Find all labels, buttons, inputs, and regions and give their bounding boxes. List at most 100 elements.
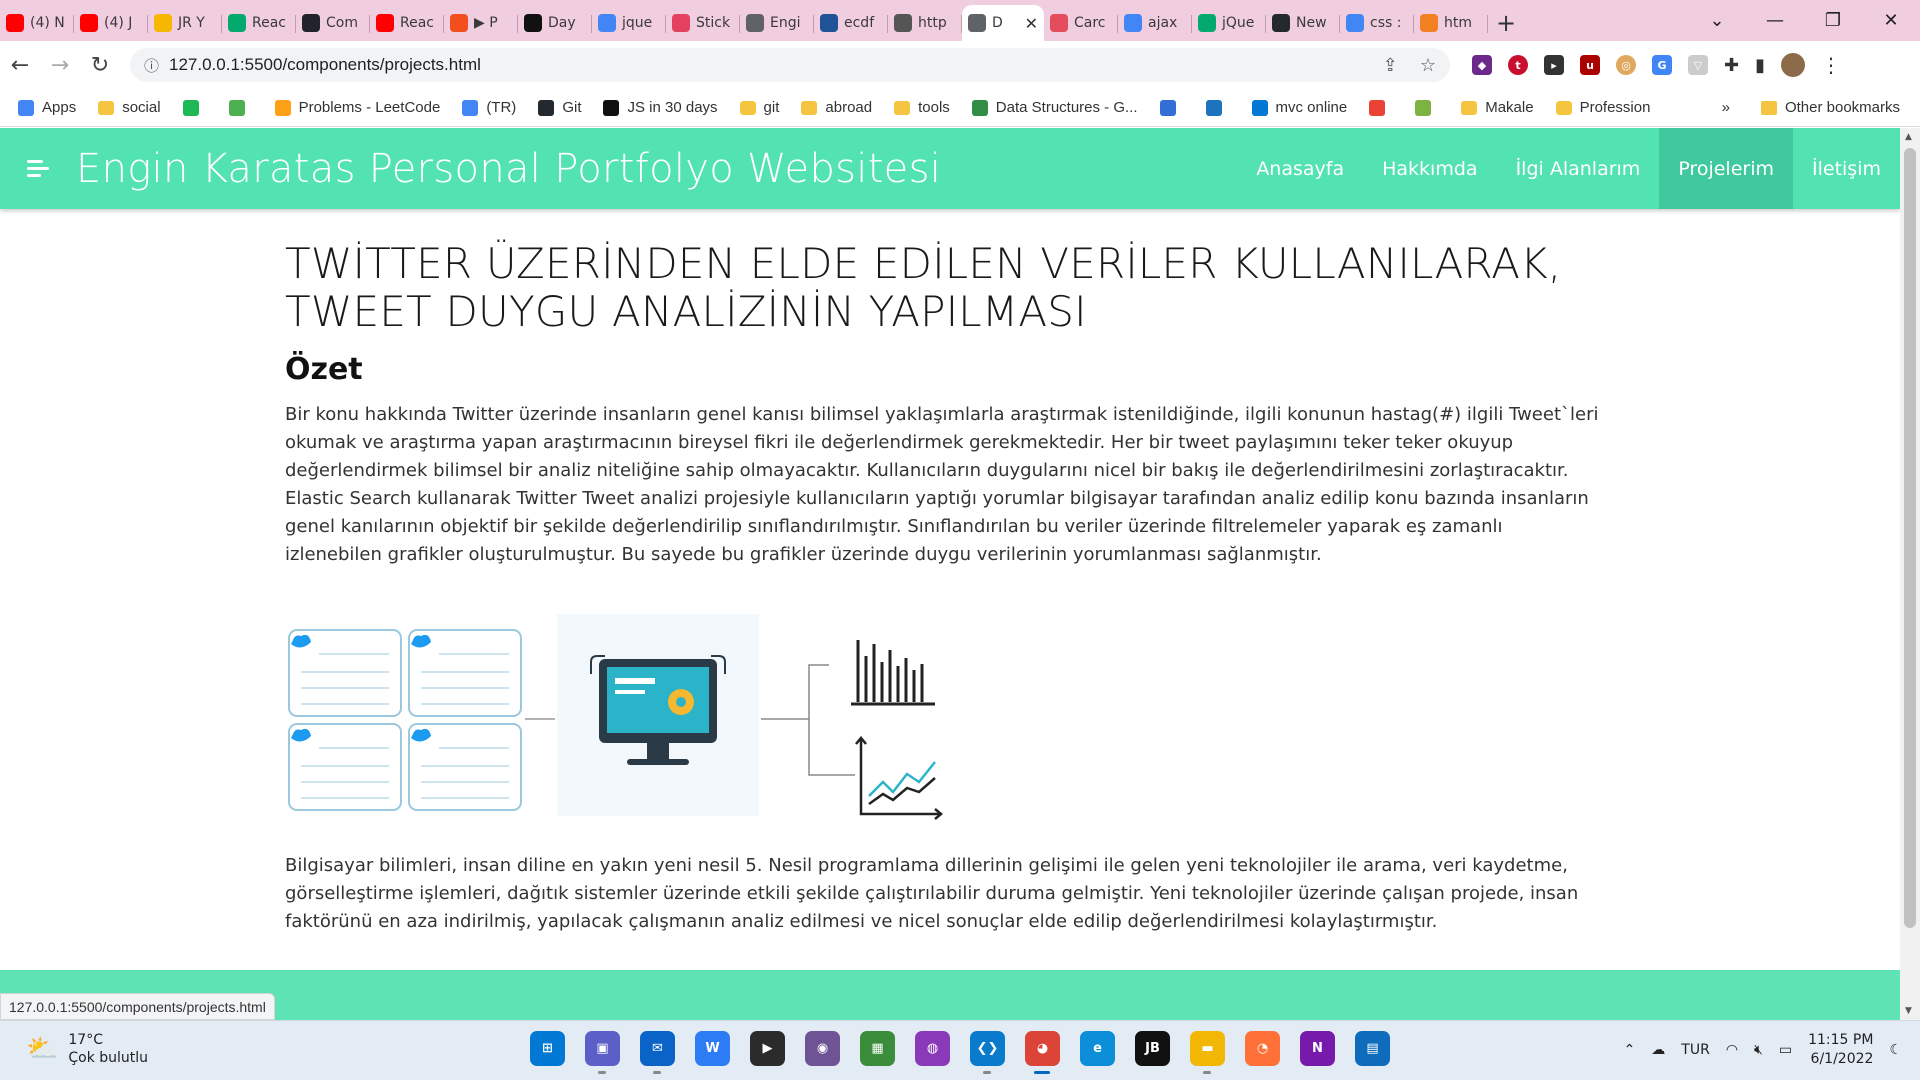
bookmark-item[interactable]: social [98,99,161,116]
browser-tab[interactable]: Stick [666,5,740,41]
scroll-up-icon[interactable]: ▲ [1905,132,1912,142]
site-nav-link[interactable]: Projelerim [1659,128,1793,209]
translate-extension-icon[interactable]: G [1652,55,1672,75]
site-nav-link[interactable]: Hakkımda [1363,128,1496,209]
forward-icon[interactable]: → [40,53,80,78]
bookmark-item[interactable]: JS in 30 days [603,99,718,116]
browser-tab[interactable]: Reac [222,5,296,41]
site-info-icon[interactable]: ⓘ [144,55,159,76]
bookmark-item[interactable] [228,99,253,116]
menu-icon[interactable] [27,160,51,177]
browser-tab[interactable]: css : [1340,5,1414,41]
ublock-icon[interactable]: u [1580,55,1600,75]
extension-icon[interactable]: ◎ [1616,55,1636,75]
bookmark-item[interactable]: Problems - LeetCode [274,99,440,116]
browser-tab[interactable]: htm [1414,5,1488,41]
bookmark-item[interactable] [1159,99,1184,116]
profile-avatar[interactable] [1781,53,1805,77]
address-bar[interactable]: ⓘ 127.0.0.1:5500/components/projects.htm… [130,48,1450,82]
bookmark-item[interactable] [1415,99,1439,116]
new-tab-button[interactable]: + [1488,5,1524,41]
site-nav-link[interactable]: İlgi Alanlarım [1497,128,1660,209]
share-icon[interactable]: ⇪ [1383,55,1398,76]
bookmark-item[interactable]: tools [894,99,950,116]
extension-icon[interactable]: ◆ [1472,55,1492,75]
teams-chat-icon[interactable]: ▣ [585,1031,620,1074]
browser-tab[interactable]: JR Y [148,5,222,41]
bookmark-item[interactable]: mvc online [1251,99,1347,116]
mail-icon[interactable]: ✉ [640,1031,675,1074]
bookmark-item[interactable]: Apps [18,99,76,116]
bookmark-item[interactable] [182,99,207,116]
chrome-menu-icon[interactable]: ⋮ [1821,53,1841,77]
back-icon[interactable]: ← [0,53,40,78]
wifi-icon[interactable]: ◠ [1726,1042,1738,1058]
windows-start-icon[interactable]: ⊞ [530,1031,565,1066]
bookmark-item[interactable]: git [739,99,779,116]
page-scrollbar[interactable]: ▲ ▼ [1900,128,1920,1020]
clock[interactable]: 11:15 PM 6/1/2022 [1808,1031,1873,1069]
site-nav-link[interactable]: İletişim [1793,128,1900,209]
bookmark-item[interactable]: Data Structures - G... [971,99,1138,116]
chevron-up-icon[interactable]: ⌃ [1624,1042,1636,1058]
browser-tab[interactable]: Carc [1044,5,1118,41]
browser-tab[interactable]: jQue [1192,5,1266,41]
browser-tab[interactable]: New [1266,5,1340,41]
bookmark-star-icon[interactable]: ☆ [1420,55,1436,76]
browser-tab[interactable]: Engi [740,5,814,41]
extension-icon[interactable]: ▸ [1544,55,1564,75]
calendar-icon[interactable]: ▤ [1355,1031,1390,1066]
bookmark-item[interactable]: Profession [1555,99,1650,116]
jetbrains-icon[interactable]: JB [1135,1031,1170,1066]
close-window-icon[interactable]: ✕ [1862,10,1920,31]
close-tab-icon[interactable]: ✕ [1025,14,1038,33]
browser-tab[interactable]: http [888,5,962,41]
minimize-icon[interactable]: — [1746,10,1804,31]
weather-widget[interactable]: ⛅ 17°C Çok bulutlu [26,1031,148,1067]
onenote-icon[interactable]: N [1300,1031,1335,1066]
scrollbar-thumb[interactable] [1904,148,1916,928]
file-explorer-icon[interactable]: ▬ [1190,1031,1225,1074]
site-nav-link[interactable]: Anasayfa [1237,128,1363,209]
bookmark-item[interactable] [1369,99,1393,116]
onedrive-cloud-icon[interactable]: ☁ [1651,1042,1665,1058]
vscode-icon[interactable]: ❮❯ [970,1031,1005,1074]
bookmark-item[interactable]: Makale [1461,99,1534,116]
extensions-puzzle-icon[interactable]: ✚ [1724,55,1739,76]
bookmarks-more-icon[interactable]: » [1722,99,1730,116]
side-panel-icon[interactable]: ▮ [1755,55,1765,76]
bookmark-item[interactable]: (TR) [462,99,516,116]
chrome-icon[interactable]: ◕ [1025,1031,1060,1074]
wps-icon[interactable]: W [695,1031,730,1066]
browser-tab[interactable]: (4) N [0,5,74,41]
speaker-muted-icon[interactable]: 🔇︎ [1754,1042,1763,1058]
restore-icon[interactable]: ❐ [1804,10,1862,31]
edge-icon[interactable]: e [1080,1031,1115,1066]
reload-icon[interactable]: ↻ [80,53,120,78]
firefox-icon[interactable]: ◔ [1245,1031,1280,1066]
browser-tab[interactable]: Com [296,5,370,41]
tab-search-icon[interactable]: ⌄ [1688,10,1746,31]
browser-tab[interactable]: Day [518,5,592,41]
language-indicator[interactable]: TUR [1681,1042,1710,1058]
bookmark-item[interactable] [1205,99,1230,116]
browser-tab[interactable]: (4) J [74,5,148,41]
browser-tab[interactable]: ajax [1118,5,1192,41]
other-bookmarks[interactable]: Other bookmarks [1760,99,1900,116]
bookmark-item[interactable]: Git [538,99,581,116]
github-icon[interactable]: ◍ [915,1031,950,1066]
shield-icon[interactable]: ▽ [1688,55,1708,75]
browser-tab-active[interactable]: D ✕ [962,5,1044,41]
address-url[interactable]: 127.0.0.1:5500/components/projects.html [169,55,481,75]
spreadsheet-icon[interactable]: ▦ [860,1031,895,1066]
extension-icon[interactable]: t [1508,55,1528,75]
battery-icon[interactable]: ▭ [1779,1042,1792,1058]
github-desktop-icon[interactable]: ◉ [805,1031,840,1066]
bookmark-item[interactable]: abroad [801,99,872,116]
scroll-down-icon[interactable]: ▼ [1905,1006,1912,1016]
browser-tab[interactable]: ▶ P [444,5,518,41]
site-title[interactable]: Engin Karatas Personal Portfolyo Website… [76,146,941,192]
media-player-icon[interactable]: ▶ [750,1031,785,1066]
browser-tab[interactable]: jque [592,5,666,41]
notification-icon[interactable]: ☾ [1889,1042,1902,1058]
